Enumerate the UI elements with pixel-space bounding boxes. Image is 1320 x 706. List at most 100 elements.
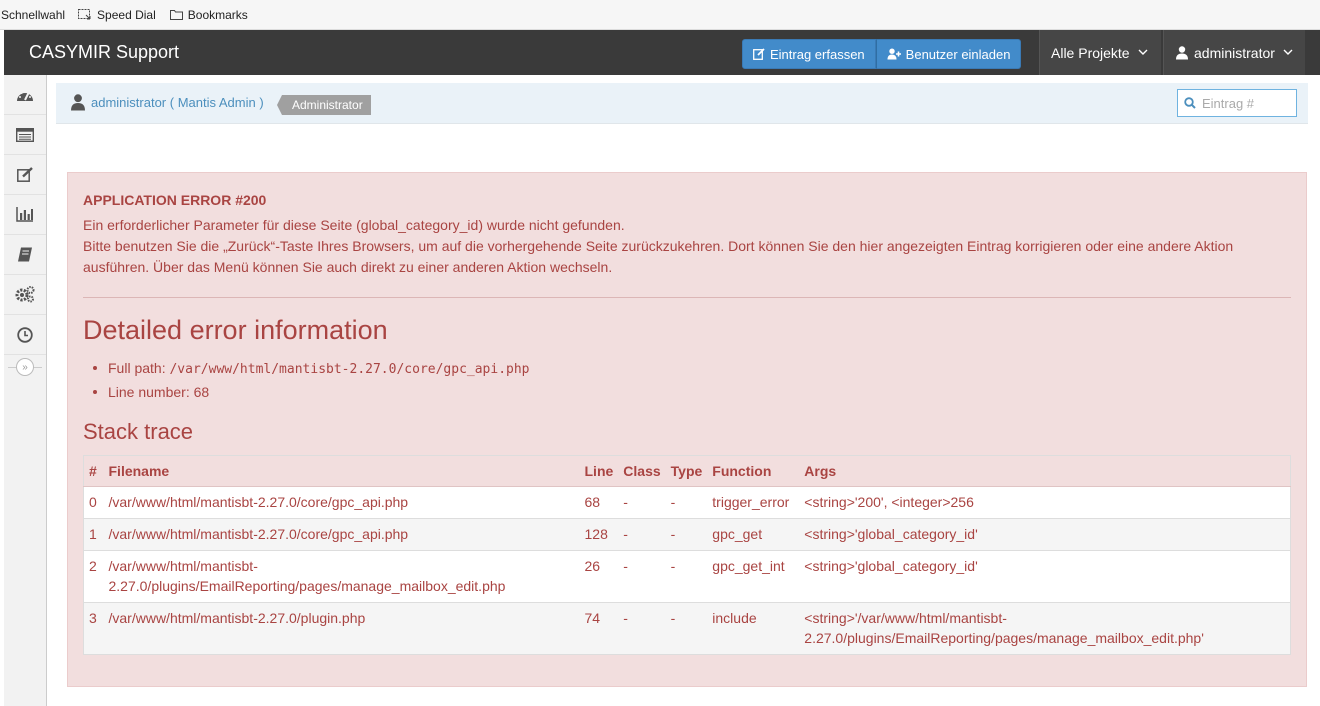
project-selector-dropdown[interactable]: Alle Projekte bbox=[1039, 30, 1161, 75]
stack-trace-heading: Stack trace bbox=[83, 419, 194, 444]
divider bbox=[83, 297, 1291, 298]
table-row: 2 /var/www/html/mantisbt-2.27.0/plugins/… bbox=[83, 550, 1291, 603]
sidebar-item-manage[interactable] bbox=[4, 275, 46, 315]
full-path-label: Full path: bbox=[108, 360, 166, 376]
report-issue-button[interactable]: Eintrag erfassen bbox=[742, 39, 876, 69]
table-cell: <string>'/var/www/html/mantisbt-2.27.0/p… bbox=[799, 602, 1291, 655]
table-cell: - bbox=[618, 602, 666, 655]
chevron-down-icon bbox=[1283, 49, 1293, 55]
bookmarks-bar: Schnellwahl Speed Dial Bookmarks bbox=[0, 0, 1320, 30]
line-number-value: 68 bbox=[193, 384, 210, 400]
error-message-line-2: Bitte benutzen Sie die „Zurück“-Taste Ih… bbox=[83, 238, 1234, 275]
table-cell: 68 bbox=[579, 486, 619, 519]
column-header: Class bbox=[618, 455, 666, 487]
changelog-icon bbox=[18, 247, 32, 262]
table-cell: - bbox=[618, 486, 666, 519]
breadcrumb-user-link[interactable]: administrator ( Mantis Admin ) bbox=[71, 94, 264, 111]
invite-user-button[interactable]: Benutzer einladen bbox=[875, 39, 1022, 69]
sidebar-item-timeline[interactable] bbox=[4, 315, 46, 355]
column-header: Args bbox=[799, 455, 1291, 487]
breadcrumb-user-label: administrator ( Mantis Admin ) bbox=[91, 95, 264, 110]
table-cell: - bbox=[618, 518, 666, 551]
bookmark-bookmarks[interactable]: Bookmarks bbox=[169, 8, 248, 22]
table-cell: /var/www/html/mantisbt-2.27.0/core/gpc_a… bbox=[103, 486, 580, 519]
column-header: # bbox=[83, 455, 104, 487]
timeline-icon bbox=[17, 326, 33, 343]
table-cell: include bbox=[707, 602, 800, 655]
user-plus-icon bbox=[887, 48, 901, 60]
user-menu-dropdown[interactable]: administrator bbox=[1163, 30, 1305, 75]
edit-icon bbox=[753, 48, 765, 60]
search-placeholder: Eintrag # bbox=[1202, 95, 1255, 111]
table-cell: <string>'200', <integer>256 bbox=[799, 486, 1291, 519]
invite-user-label: Benutzer einladen bbox=[905, 46, 1011, 62]
breadcrumb: administrator ( Mantis Admin ) Administr… bbox=[56, 83, 1308, 124]
table-cell: 26 bbox=[579, 550, 619, 603]
sidebar-item-view-issues[interactable] bbox=[4, 115, 46, 155]
sidebar-item-changelog[interactable] bbox=[4, 235, 46, 275]
table-cell: 74 bbox=[579, 602, 619, 655]
table-cell: /var/www/html/mantisbt-2.27.0/core/gpc_a… bbox=[103, 518, 580, 551]
brand-title[interactable]: CASYMIR Support bbox=[29, 42, 179, 63]
error-message-line-1: Ein erforderlicher Parameter für diese S… bbox=[83, 217, 625, 233]
column-header: Type bbox=[665, 455, 708, 487]
table-cell: gpc_get bbox=[707, 518, 800, 551]
error-message: Ein erforderlicher Parameter für diese S… bbox=[83, 215, 1293, 278]
table-cell: - bbox=[618, 550, 666, 603]
column-header: Function bbox=[707, 455, 800, 487]
error-title: APPLICATION ERROR #200 bbox=[83, 192, 267, 208]
table-cell: - bbox=[665, 550, 708, 603]
full-path-value: /var/www/html/mantisbt-2.27.0/core/gpc_a… bbox=[169, 362, 530, 377]
bookmark-label: Speed Dial bbox=[97, 7, 156, 22]
sidebar-item-dashboard[interactable] bbox=[4, 75, 46, 115]
column-header: Filename bbox=[103, 455, 580, 487]
table-row: 1 /var/www/html/mantisbt-2.27.0/core/gpc… bbox=[83, 518, 1291, 551]
table-cell: 1 bbox=[83, 518, 104, 551]
search-icon bbox=[1184, 97, 1196, 109]
table-cell: trigger_error bbox=[707, 486, 800, 519]
folder-icon bbox=[169, 10, 183, 20]
issue-search-input[interactable]: Eintrag # bbox=[1177, 89, 1297, 117]
bookmark-label: Schnellwahl bbox=[1, 7, 66, 22]
speed-dial-icon bbox=[78, 8, 91, 19]
top-navbar: CASYMIR Support Eintrag erfassen Benutze… bbox=[4, 30, 1320, 75]
manage-icon bbox=[15, 286, 35, 303]
dashboard-icon bbox=[17, 90, 33, 101]
sidebar: » bbox=[4, 75, 47, 706]
report-issue-label: Eintrag erfassen bbox=[770, 46, 865, 62]
bookmark-speed-dial[interactable]: Speed Dial bbox=[78, 8, 156, 22]
stack-trace-table: # Filename Line Class Type Function Args… bbox=[83, 455, 1291, 655]
table-cell: 128 bbox=[579, 518, 619, 551]
table-row: 3 /var/www/html/mantisbt-2.27.0/plugin.p… bbox=[83, 602, 1291, 655]
table-cell: /var/www/html/mantisbt-2.27.0/plugins/Em… bbox=[103, 550, 580, 603]
detail-list: Full path: /var/www/html/mantisbt-2.27.0… bbox=[83, 357, 530, 403]
chevron-down-icon bbox=[1138, 49, 1148, 55]
table-cell: - bbox=[665, 602, 708, 655]
table-cell: <string>'global_category_id' bbox=[799, 550, 1291, 603]
table-cell: gpc_get_int bbox=[707, 550, 800, 603]
project-selector-label: Alle Projekte bbox=[1051, 44, 1130, 61]
report-issue-icon bbox=[16, 167, 33, 182]
table-cell: - bbox=[665, 518, 708, 551]
sidebar-item-summary[interactable] bbox=[4, 195, 46, 235]
table-row: 0 /var/www/html/mantisbt-2.27.0/core/gpc… bbox=[83, 486, 1291, 519]
user-menu-label: administrator bbox=[1194, 44, 1275, 61]
table-header-row: # Filename Line Class Type Function Args bbox=[83, 455, 1291, 487]
detail-heading: Detailed error information bbox=[83, 315, 388, 345]
table-cell: 2 bbox=[83, 550, 104, 603]
table-cell: 3 bbox=[83, 602, 104, 655]
view-issues-icon bbox=[16, 127, 34, 142]
column-header: Line bbox=[579, 455, 619, 487]
line-number-item: Line number: 68 bbox=[83, 381, 530, 403]
sidebar-item-report-issue[interactable] bbox=[4, 155, 46, 195]
access-level-badge: Administrator bbox=[277, 95, 371, 115]
sidebar-collapse-toggle[interactable]: » bbox=[4, 355, 46, 379]
table-cell: /var/www/html/mantisbt-2.27.0/plugin.php bbox=[103, 602, 580, 655]
bookmark-schnellwahl[interactable]: Schnellwahl bbox=[1, 8, 65, 22]
navbar-action-buttons: Eintrag erfassen Benutzer einladen bbox=[742, 39, 1022, 69]
table-cell: - bbox=[665, 486, 708, 519]
user-icon bbox=[1176, 45, 1188, 59]
table-cell: <string>'global_category_id' bbox=[799, 518, 1291, 551]
table-cell: 0 bbox=[83, 486, 104, 519]
summary-icon bbox=[16, 207, 33, 222]
